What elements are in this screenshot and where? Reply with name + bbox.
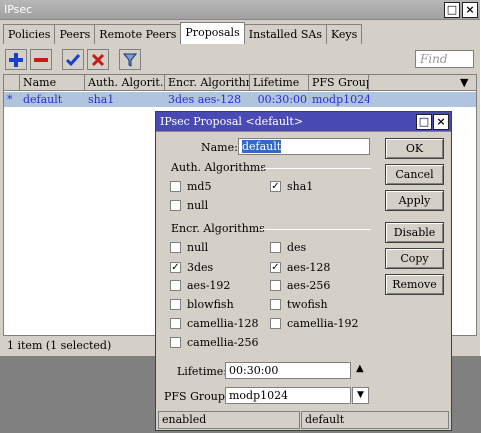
auth-divider <box>263 168 371 169</box>
tab-peers[interactable]: Peers <box>54 24 96 44</box>
label-aes-128: aes-128 <box>287 261 331 274</box>
column-name[interactable]: Name <box>20 75 85 91</box>
checkbox-aes-192[interactable] <box>170 280 181 291</box>
tab-policies[interactable]: Policies <box>3 24 56 44</box>
dialog-close-button[interactable]: × <box>433 114 449 130</box>
checkbox-blowfish[interactable] <box>170 299 181 310</box>
label-camellia-192: camellia-192 <box>287 317 359 330</box>
label-3des: 3des <box>187 261 214 274</box>
label-des: des <box>287 241 307 254</box>
window-title: IPsec <box>4 3 33 16</box>
label-blowfish: blowfish <box>187 298 234 311</box>
name-value: default <box>242 140 282 153</box>
disable-proposal-button[interactable]: Disable <box>385 222 444 243</box>
cancel-button[interactable]: Cancel <box>385 164 444 185</box>
disable-button[interactable] <box>87 49 109 70</box>
lifetime-up-arrow-icon[interactable]: ▲ <box>356 363 364 374</box>
x-icon <box>91 53 105 66</box>
dialog-status-name: default <box>301 411 449 429</box>
label-twofish: twofish <box>287 298 328 311</box>
find-input[interactable]: Find <box>415 50 474 68</box>
checkbox-3des[interactable]: ✓ <box>170 262 181 273</box>
encr-group-label: Encr. Algorithms <box>171 222 265 235</box>
filter-icon <box>123 53 137 67</box>
add-button[interactable] <box>5 49 27 70</box>
checkbox-sha1[interactable]: ✓ <box>270 181 281 192</box>
pfs-label: PFS Group: <box>164 390 229 403</box>
label-aes-192: aes-192 <box>187 279 231 292</box>
remove-button[interactable] <box>30 49 52 70</box>
checkbox-camellia-256[interactable] <box>170 337 181 348</box>
checkbox-auth-null[interactable] <box>170 200 181 211</box>
check-icon <box>66 53 80 66</box>
checkbox-aes-128[interactable]: ✓ <box>270 262 281 273</box>
dialog-titlebar: IPsec Proposal <default> <box>156 112 451 132</box>
label-md5: md5 <box>187 180 212 193</box>
tab-proposals[interactable]: Proposals <box>180 22 245 44</box>
enable-button[interactable] <box>62 49 84 70</box>
label-camellia-256: camellia-256 <box>187 336 259 349</box>
minus-icon <box>34 57 48 62</box>
tab-remote-peers[interactable]: Remote Peers <box>94 24 182 44</box>
cell-encr: 3des aes-128 <box>168 93 242 106</box>
maximize-button[interactable]: □ <box>444 2 460 18</box>
tab-keys[interactable]: Keys <box>325 24 363 44</box>
cell-name: default <box>23 93 63 106</box>
column-pfs[interactable]: PFS Group <box>309 75 369 91</box>
table-row[interactable]: * default sha1 3des aes-128 00:30:00 mod… <box>4 92 476 107</box>
name-field[interactable]: default <box>238 138 370 155</box>
label-sha1: sha1 <box>287 180 314 193</box>
tab-bar: Policies Peers Remote Peers Proposals In… <box>3 22 363 44</box>
checkbox-twofish[interactable] <box>270 299 281 310</box>
plus-icon <box>9 52 23 67</box>
label-encr-null: null <box>187 241 209 254</box>
checkbox-aes-256[interactable] <box>270 280 281 291</box>
copy-button[interactable]: Copy <box>385 248 444 269</box>
label-camellia-128: camellia-128 <box>187 317 259 330</box>
filter-button[interactable] <box>119 49 141 70</box>
lifetime-label: Lifetime: <box>177 365 227 378</box>
encr-divider <box>261 229 371 230</box>
dialog-status-enabled: enabled <box>158 411 300 429</box>
columns-menu-icon[interactable]: ▼ <box>457 75 477 91</box>
remove-proposal-button[interactable]: Remove <box>385 274 444 295</box>
checkbox-encr-null[interactable] <box>170 242 181 253</box>
auth-group-label: Auth. Algorithms <box>171 161 267 174</box>
window-titlebar: IPsec <box>0 0 480 20</box>
row-marker: * <box>7 93 13 106</box>
proposal-dialog: IPsec Proposal <default> □ × Name: defau… <box>155 111 452 431</box>
name-label: Name: <box>201 141 238 154</box>
checkbox-md5[interactable] <box>170 181 181 192</box>
column-encr[interactable]: Encr. Algorithms <box>165 75 250 91</box>
lifetime-field[interactable]: 00:30:00 <box>225 362 351 379</box>
checkbox-camellia-192[interactable] <box>270 318 281 329</box>
label-auth-null: null <box>187 199 209 212</box>
checkbox-des[interactable] <box>270 242 281 253</box>
pfs-select[interactable]: modp1024 <box>225 387 351 404</box>
tab-installed-sas[interactable]: Installed SAs <box>243 24 327 44</box>
cell-pfs: modp1024 <box>312 93 369 106</box>
label-aes-256: aes-256 <box>287 279 331 292</box>
pfs-dropdown-arrow-icon[interactable]: ▼ <box>352 387 369 404</box>
cell-lifetime: 00:30:00 <box>257 93 307 106</box>
apply-button[interactable]: Apply <box>385 190 444 211</box>
column-marker <box>4 75 20 91</box>
table-header: Name Auth. Algorit... Encr. Algorithms L… <box>4 75 476 91</box>
checkbox-camellia-128[interactable] <box>170 318 181 329</box>
column-lifetime[interactable]: Lifetime <box>250 75 309 91</box>
dialog-maximize-button[interactable]: □ <box>416 114 432 130</box>
cell-auth: sha1 <box>88 93 115 106</box>
dialog-title: IPsec Proposal <default> <box>160 115 304 128</box>
column-auth[interactable]: Auth. Algorit... <box>85 75 165 91</box>
ok-button[interactable]: OK <box>385 138 444 159</box>
close-button[interactable]: × <box>462 2 478 18</box>
